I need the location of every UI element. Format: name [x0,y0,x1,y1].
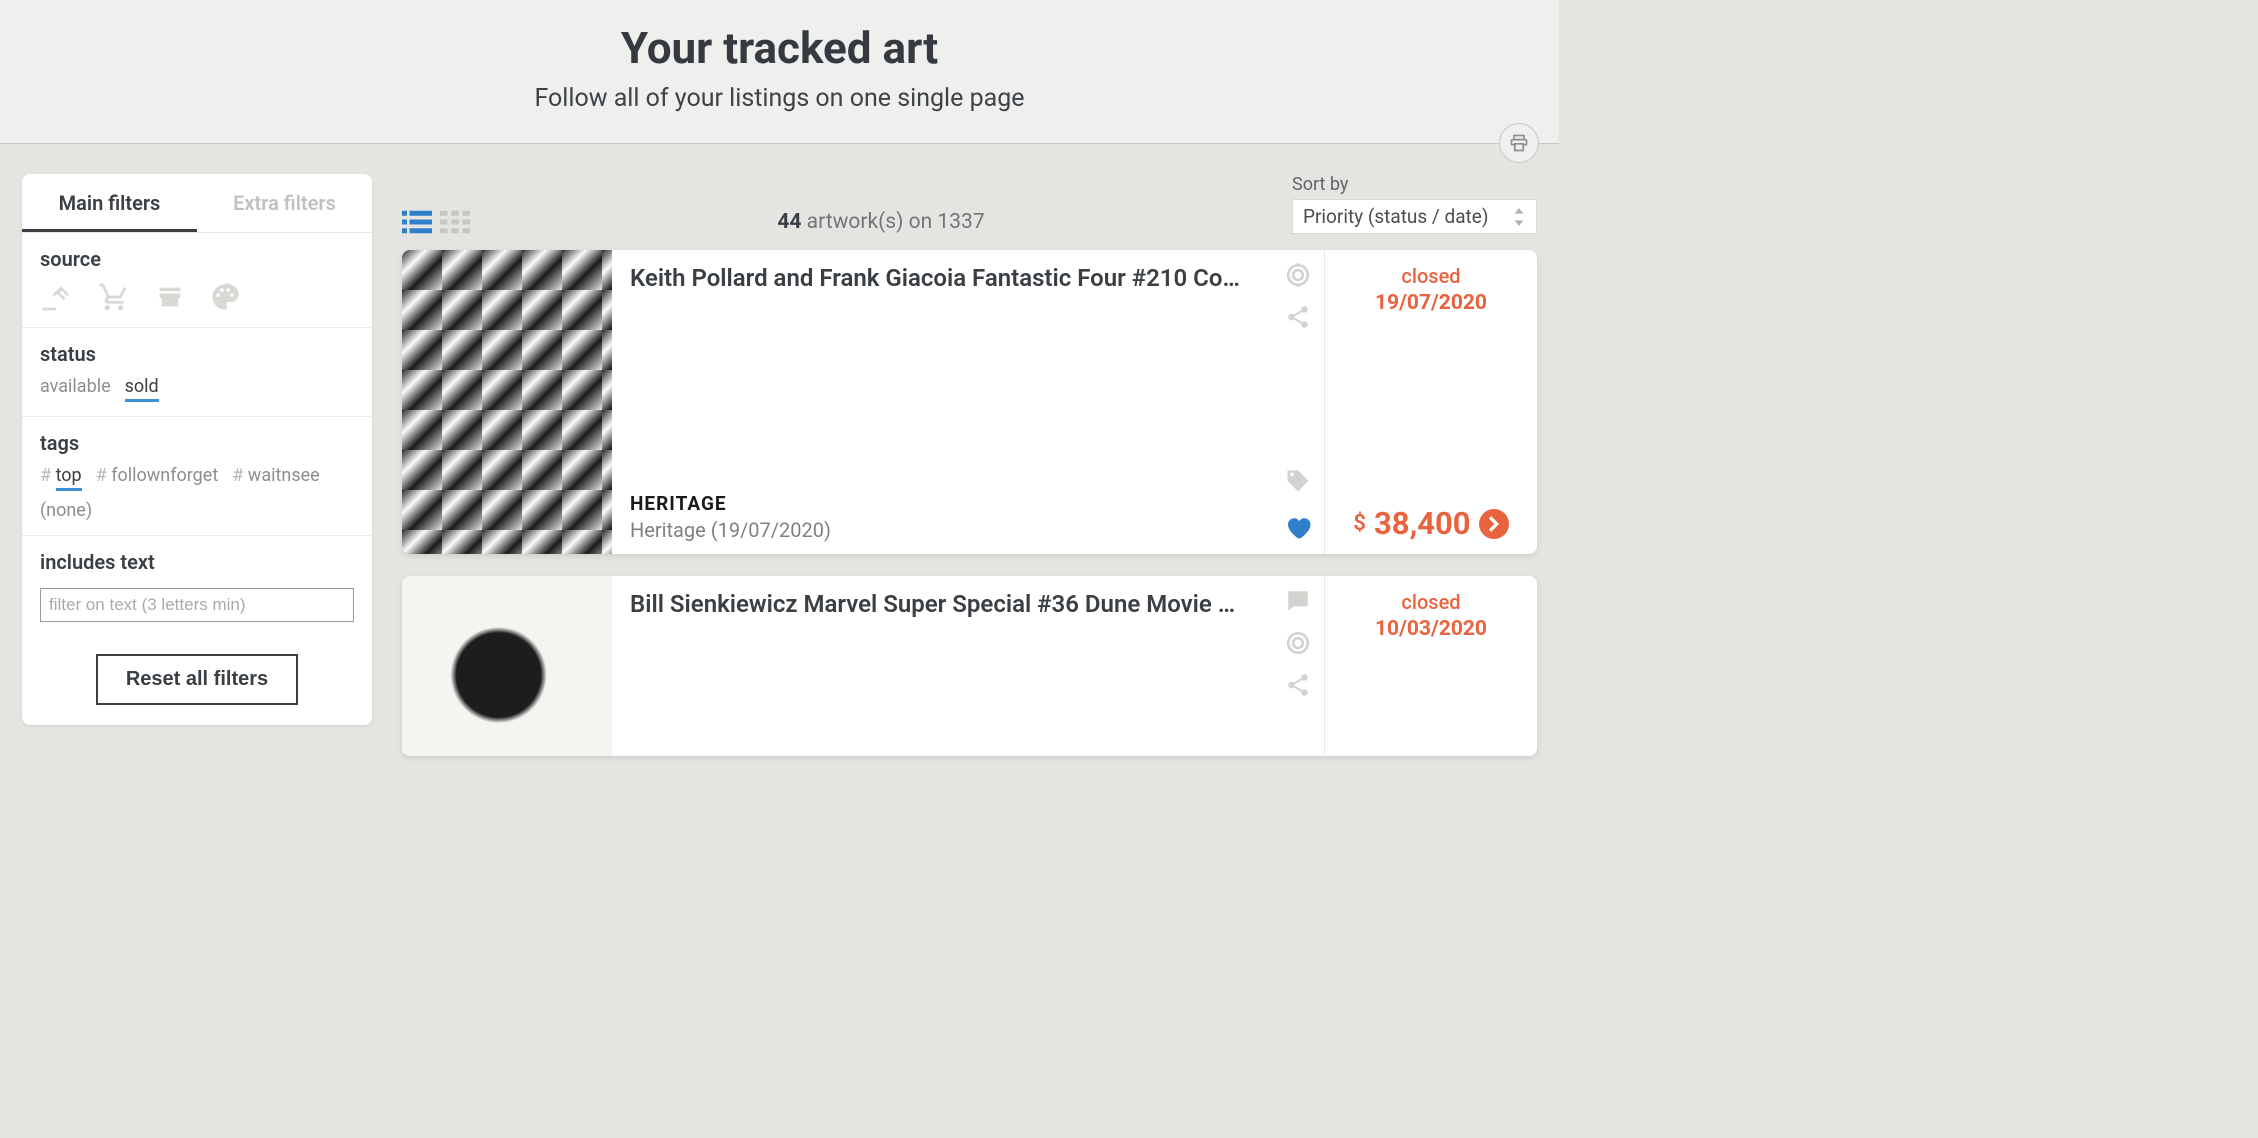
page-title: Your tracked art [0,22,1559,74]
includes-label: includes text [40,550,354,574]
listing-status: closed [1401,590,1460,614]
share-icon[interactable] [1285,304,1311,330]
tag-waitnsee[interactable]: # waitnsee [232,465,319,486]
sort-arrows-icon [1512,208,1526,226]
filter-status: status available sold [22,328,372,417]
store-icon[interactable] [156,283,184,311]
source-meta: Heritage (19/07/2020) [630,518,1253,542]
chevron-right-icon [1488,516,1500,532]
listing-card: Bill Sienkiewicz Marvel Super Special #3… [402,576,1537,756]
target-icon[interactable] [1285,262,1311,288]
source-logo: HERITAGE [630,492,1253,515]
print-icon [1509,133,1529,153]
sort-select[interactable]: Priority (status / date) [1292,199,1537,234]
results-count: 44 artwork(s) on 1337 [470,210,1292,234]
filter-text: includes text [22,536,372,636]
listing-date: 19/07/2020 [1375,291,1487,315]
listing-date: 10/03/2020 [1375,617,1487,641]
results-toolbar: 44 artwork(s) on 1337 Sort by Priority (… [402,174,1537,250]
open-listing-button[interactable] [1479,509,1509,539]
tab-extra-filters[interactable]: Extra filters [197,174,372,232]
page-subtitle: Follow all of your listings on one singl… [0,84,1559,113]
share-icon[interactable] [1285,672,1311,698]
target-icon[interactable] [1285,630,1311,656]
page-header: Your tracked art Follow all of your list… [0,0,1559,144]
list-view-icon[interactable] [402,210,432,234]
results-area: 44 artwork(s) on 1337 Sort by Priority (… [402,174,1537,778]
print-button[interactable] [1499,123,1539,163]
filter-tags: tags # top # follownforget # waitnsee (n… [22,417,372,536]
cart-icon[interactable] [98,281,130,313]
grid-view-icon[interactable] [440,210,470,234]
palette-icon[interactable] [210,282,240,312]
price-currency: $ [1353,511,1366,536]
tag-icon[interactable] [1284,468,1312,496]
reset-filters-button[interactable]: Reset all filters [96,654,298,705]
listing-thumbnail[interactable] [402,576,612,756]
filter-tabs: Main filters Extra filters [22,174,372,233]
listing-status: closed [1401,264,1460,288]
tags-label: tags [40,431,354,455]
tag-none[interactable]: (none) [40,500,92,521]
filter-source: source [22,233,372,328]
text-filter-input[interactable] [40,588,354,622]
listing-title[interactable]: Bill Sienkiewicz Marvel Super Special #3… [630,590,1253,618]
heart-icon[interactable] [1283,512,1313,542]
listing-card: Keith Pollard and Frank Giacoia Fantasti… [402,250,1537,554]
tag-top[interactable]: # top [40,465,82,486]
status-sold[interactable]: sold [125,376,159,402]
listing-title[interactable]: Keith Pollard and Frank Giacoia Fantasti… [630,264,1253,292]
tag-follownforget[interactable]: # follownforget [96,465,219,486]
status-label: status [40,342,354,366]
comment-icon[interactable] [1285,588,1311,614]
sort-label: Sort by [1292,174,1537,195]
gavel-icon[interactable] [40,281,72,313]
source-label: source [40,247,354,271]
price-value: 38,400 [1374,505,1471,542]
status-available[interactable]: available [40,376,111,402]
listing-thumbnail[interactable] [402,250,612,554]
filters-sidebar: Main filters Extra filters source status… [22,174,372,778]
tab-main-filters[interactable]: Main filters [22,174,197,232]
